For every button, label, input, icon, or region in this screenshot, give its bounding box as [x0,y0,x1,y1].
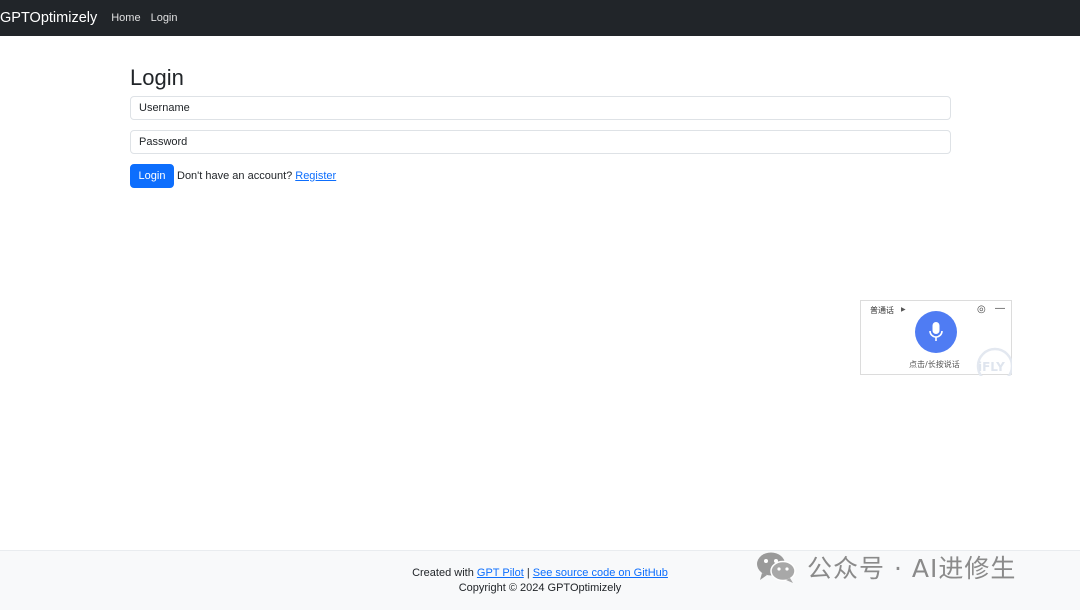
voice-input-widget: 普通话 ▶ ◎ — 点击/长按说话 iFLY [860,300,1012,376]
wechat-icon [757,552,796,583]
caret-right-icon[interactable]: ▶ [901,306,906,313]
password-input[interactable] [130,130,951,154]
nav-link-home[interactable]: Home [111,12,140,24]
minimize-icon[interactable]: — [995,303,1005,314]
no-account-text: Don't have an account? [177,170,293,182]
watermark-text: 公众号 · AI进修生 [807,554,1017,583]
ifly-logo-icon: iFLY [976,347,1012,376]
brand-logo-link[interactable]: GPTOptimizely [0,10,97,26]
voice-hint-text: 点击/长按说话 [909,360,960,369]
top-navbar: GPTOptimizely Home Login [0,0,1080,36]
login-container: Login Login Don't have an account? Regis… [130,60,951,188]
gpt-pilot-link[interactable]: GPT Pilot [477,567,524,579]
footer-separator: | [526,567,530,579]
settings-icon[interactable]: ◎ [977,304,986,315]
language-selector[interactable]: 普通话 [870,305,894,316]
form-actions: Login Don't have an account? Register [130,164,951,188]
created-with-text: Created with [412,567,474,579]
login-button[interactable]: Login [130,164,174,188]
github-source-link[interactable]: See source code on GitHub [533,567,668,579]
page-title: Login [130,65,184,90]
microphone-icon [929,322,943,341]
microphone-button[interactable] [915,311,957,353]
login-form: Login Don't have an account? Register [130,96,951,188]
register-link[interactable]: Register [295,170,336,182]
username-input[interactable] [130,96,951,120]
wechat-watermark: 公众号 · AI进修生 [755,549,1016,585]
nav-link-login[interactable]: Login [151,12,178,24]
ifly-logo-text: iFLY [978,360,1005,374]
